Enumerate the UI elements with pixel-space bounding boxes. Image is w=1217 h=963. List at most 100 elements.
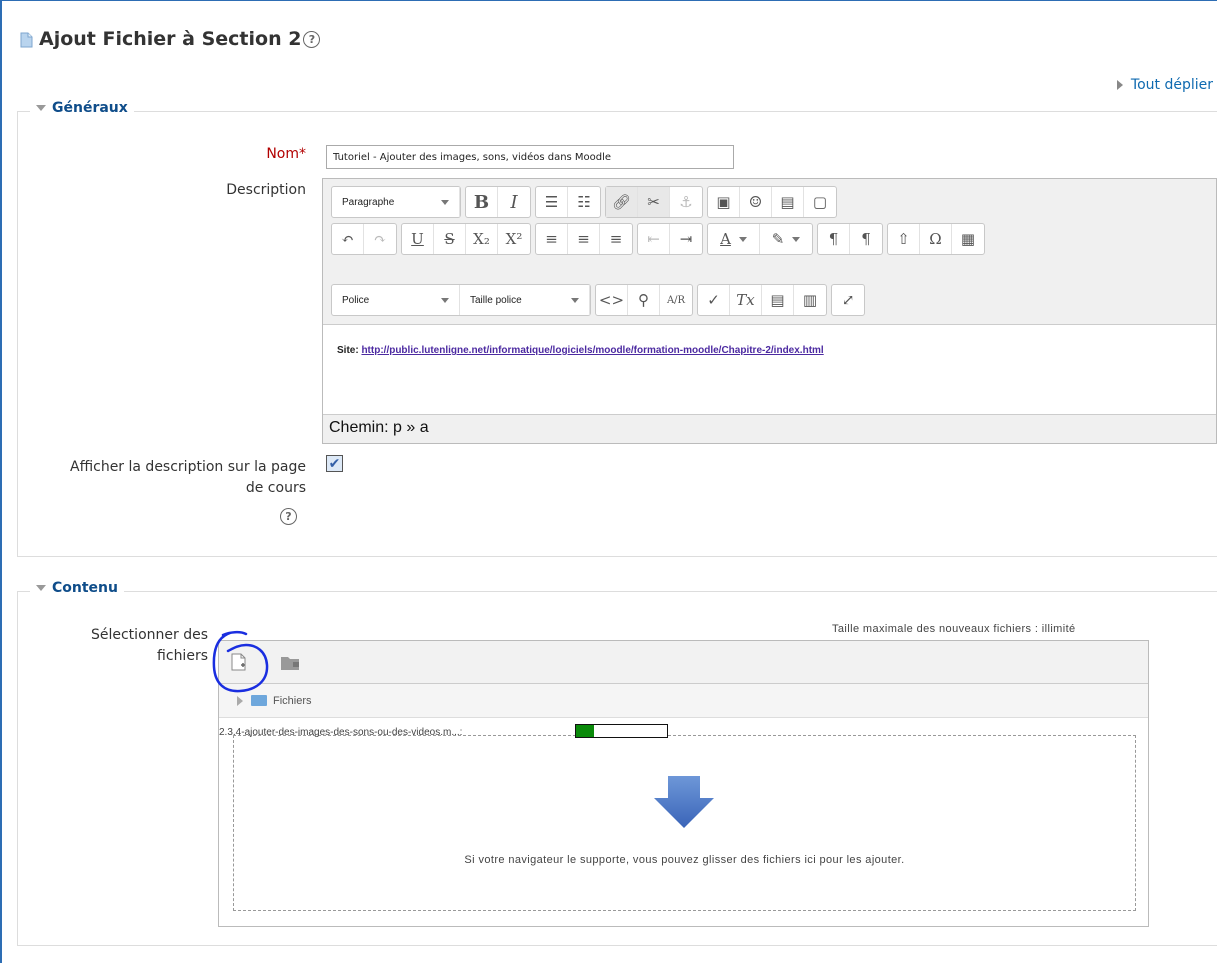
content-legend-text: Contenu xyxy=(52,580,118,596)
superscript-button[interactable]: X² xyxy=(498,224,530,254)
page-title: Ajout Fichier à Section 2 ? xyxy=(20,28,321,50)
file-picker-toolbar xyxy=(219,641,1148,684)
size-select[interactable]: Taille police xyxy=(460,285,590,315)
editor-site-link[interactable]: http://public.lutenligne.net/informatiqu… xyxy=(361,345,823,356)
find-button[interactable]: ⚲ xyxy=(628,285,660,315)
clear-format-button[interactable]: Tx xyxy=(730,285,762,315)
show-description-checkbox[interactable]: ✔ xyxy=(326,455,343,472)
editor-site-label: Site: xyxy=(337,345,359,356)
help-icon[interactable]: ? xyxy=(280,508,297,525)
chevron-down-icon xyxy=(571,297,579,303)
chevron-down-icon xyxy=(441,199,449,205)
redo-button[interactable]: ↷ xyxy=(364,224,396,254)
add-file-icon[interactable] xyxy=(231,653,247,671)
upload-progress-fill xyxy=(576,725,595,737)
document-icon xyxy=(20,31,33,48)
select-files-label: Sélectionner des fichiers xyxy=(40,625,208,667)
color-group: A ✎ xyxy=(707,223,813,255)
special-char-button[interactable]: Ω xyxy=(920,224,952,254)
indent-button[interactable]: ⇥ xyxy=(670,224,702,254)
folder-path-label: Fichiers xyxy=(273,694,312,707)
table-button[interactable]: ▦ xyxy=(952,224,984,254)
strikethrough-button[interactable]: S xyxy=(434,224,466,254)
format-select[interactable]: Paragraphe xyxy=(332,187,460,217)
rtl-button[interactable]: ¶ xyxy=(850,224,882,254)
show-description-line-2: de cours xyxy=(245,480,306,496)
upload-progress-bar xyxy=(575,724,668,738)
help-icon[interactable]: ? xyxy=(303,30,321,48)
italic-button[interactable]: I xyxy=(498,187,530,217)
numbered-list-button[interactable]: ☷ xyxy=(568,187,600,217)
page-title-text: Ajout Fichier à Section 2 xyxy=(39,28,302,50)
background-color-button[interactable]: ✎ xyxy=(760,224,812,254)
link-group: 🔗︎ ✂ ⚓︎ xyxy=(605,186,703,218)
image-button[interactable]: ▣ xyxy=(708,187,740,217)
paste-text-button[interactable]: ▤ xyxy=(762,285,794,315)
editor-content[interactable]: Site: http://public.lutenligne.net/infor… xyxy=(323,324,1216,415)
size-select-value: Taille police xyxy=(470,294,522,306)
unlink-button[interactable]: ✂ xyxy=(638,187,670,217)
required-mark: * xyxy=(299,146,306,162)
outdent-button[interactable]: ⇤ xyxy=(638,224,670,254)
drop-zone[interactable]: Si votre navigateur le supporte, vous po… xyxy=(233,735,1136,911)
media-button[interactable]: ▤ xyxy=(772,187,804,217)
code-button[interactable]: <> xyxy=(596,285,628,315)
text-style-group: B I xyxy=(465,186,531,218)
show-description-label: Afficher la description sur la page de c… xyxy=(20,457,306,499)
align-right-button[interactable]: ≡ xyxy=(600,224,632,254)
expand-arrow-icon xyxy=(1116,80,1123,90)
description-label: Description xyxy=(226,182,306,198)
ltr-button[interactable]: ¶ xyxy=(818,224,850,254)
general-legend-text: Généraux xyxy=(52,100,128,116)
text-color-button[interactable]: A xyxy=(708,224,760,254)
special-group: ⇧ Ω ▦ xyxy=(887,223,985,255)
underline-button[interactable]: U xyxy=(402,224,434,254)
indent-group: ⇤ ⇥ xyxy=(637,223,703,255)
bullet-list-button[interactable]: ☰ xyxy=(536,187,568,217)
insert-group: ▣ ☺ ▤ ▢ xyxy=(707,186,837,218)
expand-all-link[interactable]: Tout déplier xyxy=(1116,77,1213,93)
emoticon-button[interactable]: ☺ xyxy=(740,187,772,217)
show-description-line-1: Afficher la description sur la page xyxy=(70,459,306,475)
html-editor: Paragraphe B I ☰ ☷ 🔗︎ ✂ ⚓︎ ▣ ☺ ▤ ▢ ↶ ↷ U… xyxy=(322,178,1217,444)
upload-button[interactable]: ⇧ xyxy=(888,224,920,254)
tools-group: <> ⚲ A/R xyxy=(595,284,693,316)
clean-group: ✓ Tx ▤ ▥ xyxy=(697,284,827,316)
subscript-button[interactable]: X₂ xyxy=(466,224,498,254)
fullscreen-button[interactable]: ⤢ xyxy=(832,285,864,315)
direction-group: ¶ ¶ xyxy=(817,223,883,255)
align-center-button[interactable]: ≡ xyxy=(568,224,600,254)
select-files-line-2: fichiers xyxy=(157,648,208,664)
uploading-file-name: 2.3.4-ajouter-des-images-des-sons-ou-des… xyxy=(219,727,463,738)
paste-word-button[interactable]: ▥ xyxy=(794,285,826,315)
expand-arrow-icon xyxy=(237,695,243,706)
replace-button[interactable]: A/R xyxy=(660,285,692,315)
undo-button[interactable]: ↶ xyxy=(332,224,364,254)
toolbar-row-2: ↶ ↷ U S X₂ X² ≡ ≡ ≡ ⇤ ⇥ A ✎ ¶ ¶ ⇧ Ω ▦ xyxy=(331,221,989,257)
general-section-legend[interactable]: Généraux xyxy=(30,100,134,116)
link-button[interactable]: 🔗︎ xyxy=(606,187,638,217)
max-file-size: Taille maximale des nouveaux fichiers : … xyxy=(832,623,1076,635)
chevron-down-icon xyxy=(792,236,801,242)
format-group: Paragraphe xyxy=(331,186,461,218)
name-input[interactable] xyxy=(326,145,734,169)
align-left-button[interactable]: ≡ xyxy=(536,224,568,254)
file-picker: Fichiers Si votre navigateur le supporte… xyxy=(218,640,1149,927)
font-select[interactable]: Police xyxy=(332,285,460,315)
collapse-icon xyxy=(36,105,46,111)
name-label-text: Nom xyxy=(266,146,299,162)
select-files-line-1: Sélectionner des xyxy=(90,627,208,643)
paste-button[interactable]: ▢ xyxy=(804,187,836,217)
anchor-button[interactable]: ⚓︎ xyxy=(670,187,702,217)
folder-breadcrumb[interactable]: Fichiers xyxy=(219,684,1148,718)
clean-button[interactable]: ✓ xyxy=(698,285,730,315)
editor-path: Chemin: p » a xyxy=(329,419,429,436)
name-label: Nom* xyxy=(200,144,306,165)
content-section-legend[interactable]: Contenu xyxy=(30,580,124,596)
collapse-icon xyxy=(36,585,46,591)
list-group: ☰ ☷ xyxy=(535,186,601,218)
toolbar-row-1: Paragraphe B I ☰ ☷ 🔗︎ ✂ ⚓︎ ▣ ☺ ▤ ▢ xyxy=(331,184,841,220)
bold-button[interactable]: B xyxy=(466,187,498,217)
chevron-down-icon xyxy=(441,297,449,303)
create-folder-icon[interactable] xyxy=(281,656,301,670)
